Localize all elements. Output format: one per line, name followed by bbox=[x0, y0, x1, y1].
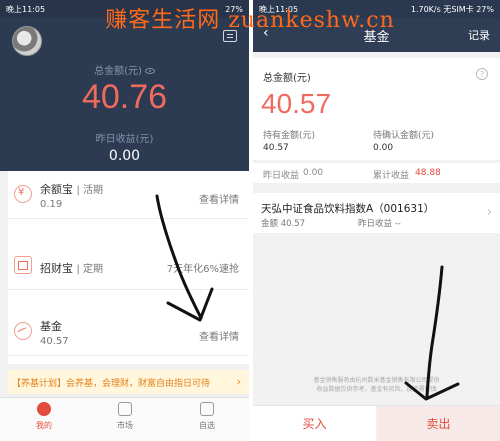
yesterday-earnings-label: 昨日收益 bbox=[263, 171, 300, 181]
market-icon bbox=[118, 402, 132, 416]
view-details-link[interactable]: 查看详情 bbox=[199, 328, 239, 343]
tab-market[interactable]: 市场 bbox=[95, 402, 155, 431]
summary-header: 总金额(元) 40.76 昨日收益(元) 0.00 bbox=[0, 18, 249, 171]
holding-amount-value: 40.57 bbox=[263, 143, 289, 153]
total-amount-label: 总金额(元) bbox=[0, 62, 249, 77]
cumulative-earnings-label: 累计收益 bbox=[373, 171, 410, 181]
bottom-tab-bar: 我的 市场 自选 bbox=[0, 397, 249, 441]
screenshot-composite: 晚上11:05 27% 总金额(元) 40.76 昨日收益(元) 0.00 余额… bbox=[0, 0, 500, 441]
item-name: 招财宝 bbox=[40, 262, 73, 275]
buy-button[interactable]: 买入 bbox=[253, 405, 376, 441]
list-item-fund[interactable]: 基金 40.57 查看详情 bbox=[8, 308, 249, 356]
fund-name: 天弘中证食品饮料指数A（001631） bbox=[261, 203, 435, 215]
product-list: 余额宝 | 活期 0.19 查看详情 招财宝 | 定期 7天年化6%速抢 基金 … bbox=[8, 171, 249, 364]
help-icon[interactable]: ? bbox=[476, 68, 488, 80]
promo-link[interactable]: 7天年化6%速抢 bbox=[167, 260, 239, 275]
fund-detail-screen: 晚上11:05 1.70K/s 无SIM卡 27% ‹ 基金 记录 总金额(元)… bbox=[253, 0, 500, 441]
fund-summary-card: 总金额(元) ? 40.57 持有金额(元) 40.57 待确认金额(元) 0.… bbox=[253, 58, 500, 160]
tab-mine[interactable]: 我的 bbox=[14, 402, 74, 431]
holding-amount-label: 持有金额(元) bbox=[263, 131, 316, 141]
fund-amount: 金额 40.57 bbox=[261, 219, 306, 229]
action-bar: 买入 卖出 bbox=[253, 405, 500, 441]
list-item-zhaocaibao[interactable]: 招财宝 | 定期 7天年化6%速抢 bbox=[8, 242, 249, 290]
view-details-link[interactable]: 查看详情 bbox=[199, 191, 239, 206]
watermark: 赚客生活网 zuankeshw.cn bbox=[105, 8, 395, 33]
coin-icon bbox=[14, 185, 32, 203]
item-tag: | 活期 bbox=[76, 185, 104, 196]
item-balance: 40.57 bbox=[40, 336, 69, 347]
yesterday-earnings-label: 昨日收益(元) bbox=[95, 134, 154, 145]
disclaimer-line-1: 基金销售服务由杭州数米基金销售有限公司提供 bbox=[313, 377, 440, 384]
disclaimer-line-2: 收益数据仅供参考，基金有风险，投资需谨慎 bbox=[316, 386, 437, 393]
sell-button[interactable]: 卖出 bbox=[377, 405, 500, 441]
user-icon bbox=[37, 402, 51, 416]
banner-text: 【养基计划】会养基，会理财，财富自由指日可待 bbox=[12, 378, 211, 389]
item-name: 基金 bbox=[40, 320, 62, 333]
total-amount-value: 40.76 bbox=[81, 78, 168, 116]
fund-holding-row[interactable]: 天弘中证食品饮料指数A（001631） 金额 40.57 昨日收益 -- › bbox=[253, 193, 500, 233]
tab-favorites[interactable]: 自选 bbox=[177, 402, 237, 431]
fund-yesterday-earnings: 昨日收益 -- bbox=[358, 219, 401, 229]
item-name: 余额宝 bbox=[40, 183, 73, 196]
chevron-right-icon: › bbox=[486, 205, 492, 220]
item-balance: 0.19 bbox=[40, 199, 63, 210]
pending-amount-value: 0.00 bbox=[373, 143, 394, 153]
item-tag: | 定期 bbox=[76, 264, 104, 275]
wealth-overview-screen: 晚上11:05 27% 总金额(元) 40.76 昨日收益(元) 0.00 余额… bbox=[0, 0, 249, 441]
yesterday-earnings-value: 0.00 bbox=[108, 148, 141, 164]
chart-icon bbox=[14, 322, 32, 340]
promo-banner[interactable]: 【养基计划】会养基，会理财，财富自由指日可待 › bbox=[8, 370, 249, 394]
pending-amount-label: 待确认金额(元) bbox=[373, 131, 435, 141]
list-item-yuebao[interactable]: 余额宝 | 活期 0.19 查看详情 bbox=[8, 171, 249, 219]
chevron-right-icon: › bbox=[236, 375, 241, 388]
total-amount-value: 40.57 bbox=[261, 88, 332, 119]
cumulative-earnings-value: 48.88 bbox=[415, 168, 441, 178]
eye-icon[interactable] bbox=[144, 68, 155, 74]
bank-icon bbox=[14, 256, 32, 274]
disclaimer: 基金销售服务由杭州数米基金销售有限公司提供 收益数据仅供参考，基金有风险，投资需… bbox=[253, 376, 500, 394]
total-amount-label: 总金额(元) bbox=[263, 73, 311, 84]
star-icon bbox=[200, 402, 214, 416]
earnings-row: 昨日收益 0.00 累计收益 48.88 bbox=[253, 163, 500, 183]
yesterday-earnings-value: 0.00 bbox=[303, 168, 324, 178]
